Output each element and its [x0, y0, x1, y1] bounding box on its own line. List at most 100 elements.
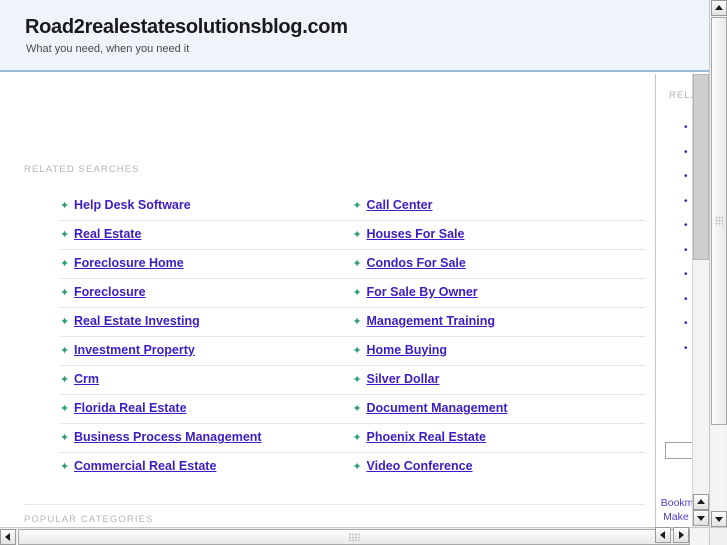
- triangle-left-icon: [5, 533, 10, 541]
- related-search-link[interactable]: Crm: [74, 372, 99, 386]
- related-search-row: ✦ Real Estate Investing ✦ Management Traini…: [60, 308, 645, 337]
- popular-categories-heading: POPULAR CATEGORIES: [24, 514, 154, 525]
- related-search-cell: ✦ Houses For Sale: [353, 221, 646, 241]
- related-search-link[interactable]: Commercial Real Estate: [74, 459, 216, 473]
- scrollbar-grip-icon: [715, 216, 723, 226]
- related-search-cell: ✦ Commercial Real Estate: [60, 453, 353, 473]
- related-search-row: ✦ Real Estate ✦ Houses For Sale: [60, 221, 645, 250]
- triangle-left-icon: [660, 531, 665, 539]
- related-search-link[interactable]: Home Buying: [367, 343, 448, 357]
- related-search-row: ✦ Commercial Real Estate ✦ Video Conference: [60, 453, 645, 482]
- triangle-down-icon: [715, 517, 723, 522]
- related-search-link[interactable]: Business Process Management: [74, 430, 262, 444]
- related-search-cell: ✦ Business Process Management: [60, 424, 353, 444]
- related-search-cell: ✦ Call Center: [353, 192, 646, 212]
- related-search-cell: ✦ Silver Dollar: [353, 366, 646, 386]
- arrow-bullet-icon: ✦: [60, 403, 70, 415]
- site-tagline: What you need, when you need it: [26, 43, 190, 55]
- arrow-bullet-icon: ✦: [352, 229, 362, 241]
- page-title: Road2realestatesolutionsblog.com: [25, 16, 348, 38]
- related-search-cell: ✦ Real Estate Investing: [60, 308, 353, 328]
- scroll-left-button[interactable]: [0, 529, 16, 545]
- browser-viewport: Road2realestatesolutionsblog.com What yo…: [0, 0, 709, 527]
- related-search-link[interactable]: Real Estate: [74, 227, 141, 241]
- related-search-cell: ✦ Florida Real Estate: [60, 395, 353, 415]
- related-search-cell: ✦ Management Training: [353, 308, 646, 328]
- related-search-cell: ✦ For Sale By Owner: [353, 279, 646, 299]
- related-search-link[interactable]: Foreclosure: [74, 285, 146, 299]
- related-search-cell: ✦ Real Estate: [60, 221, 353, 241]
- site-header: Road2realestatesolutionsblog.com What yo…: [0, 0, 709, 72]
- horizontal-scrollbar-thumb[interactable]: [18, 529, 690, 545]
- section-divider: [24, 504, 645, 505]
- related-search-link[interactable]: For Sale By Owner: [367, 285, 478, 299]
- scrollbar-corner: [709, 527, 727, 545]
- scrollbar-grip-icon: [348, 533, 360, 541]
- sidebar-scrollbar[interactable]: [692, 74, 709, 527]
- related-search-cell: ✦ Home Buying: [353, 337, 646, 357]
- window-horizontal-scrollbar[interactable]: [0, 527, 709, 545]
- related-search-link[interactable]: Investment Property: [74, 343, 195, 357]
- sidebar-scrollbar-thumb[interactable]: [693, 74, 709, 260]
- related-search-link[interactable]: Condos For Sale: [367, 256, 466, 270]
- related-search-cell: ✦ Foreclosure Home: [60, 250, 353, 270]
- scroll-right-button[interactable]: [673, 527, 689, 543]
- related-search-link[interactable]: Silver Dollar: [367, 372, 440, 386]
- arrow-bullet-icon: ✦: [60, 432, 70, 444]
- arrow-bullet-icon: ✦: [352, 258, 362, 270]
- related-search-link[interactable]: Document Management: [367, 401, 508, 415]
- related-search-cell: ✦ Investment Property: [60, 337, 353, 357]
- window-vertical-scrollbar[interactable]: [709, 0, 727, 527]
- related-searches-list: ✦ Help Desk Software ✦ Call Center ✦ Real Est…: [60, 192, 645, 482]
- related-searches-heading: RELATED SEARCHES: [24, 164, 140, 175]
- sidebar-scroll-down-button[interactable]: [693, 510, 709, 526]
- related-search-row: ✦ Foreclosure Home ✦ Condos For Sale: [60, 250, 645, 279]
- arrow-bullet-icon: ✦: [60, 229, 70, 241]
- related-search-cell: ✦ Phoenix Real Estate: [353, 424, 646, 444]
- related-search-row: ✦ Business Process Management ✦ Phoenix Rea…: [60, 424, 645, 453]
- arrow-bullet-icon: ✦: [60, 374, 70, 386]
- vertical-scrollbar-thumb[interactable]: [711, 17, 727, 425]
- arrow-bullet-icon: ✦: [352, 345, 362, 357]
- related-search-cell: ✦ Document Management: [353, 395, 646, 415]
- main-content: RELATED SEARCHES ✦ Help Desk Software ✦ Cal…: [0, 74, 655, 527]
- scroll-left-button-secondary[interactable]: [655, 527, 671, 543]
- related-search-cell: ✦ Foreclosure: [60, 279, 353, 299]
- related-search-cell: ✦ Help Desk Software: [60, 192, 353, 212]
- horizontal-scroll-arrow-pair[interactable]: [655, 527, 689, 543]
- arrow-bullet-icon: ✦: [352, 316, 362, 328]
- arrow-bullet-icon: ✦: [60, 316, 70, 328]
- related-search-cell: ✦ Video Conference: [353, 453, 646, 473]
- related-search-link[interactable]: Call Center: [367, 198, 433, 212]
- triangle-down-icon: [697, 516, 705, 521]
- related-search-link[interactable]: Management Training: [367, 314, 496, 328]
- related-search-row: ✦ Help Desk Software ✦ Call Center: [60, 192, 645, 221]
- related-search-link[interactable]: Houses For Sale: [367, 227, 465, 241]
- related-search-cell: ✦ Crm: [60, 366, 353, 386]
- arrow-bullet-icon: ✦: [60, 461, 70, 473]
- related-search-row: ✦ Investment Property ✦ Home Buying: [60, 337, 645, 366]
- triangle-up-icon: [697, 499, 705, 504]
- related-search-link[interactable]: Video Conference: [367, 459, 473, 473]
- arrow-bullet-icon: ✦: [60, 345, 70, 357]
- related-search-row: ✦ Foreclosure ✦ For Sale By Owner: [60, 279, 645, 308]
- arrow-bullet-icon: ✦: [352, 374, 362, 386]
- arrow-bullet-icon: ✦: [352, 432, 362, 444]
- related-search-link[interactable]: Help Desk Software: [74, 198, 191, 212]
- related-search-link[interactable]: Phoenix Real Estate: [367, 430, 487, 444]
- related-search-link[interactable]: Real Estate Investing: [74, 314, 200, 328]
- related-search-row: ✦ Florida Real Estate ✦ Document Management: [60, 395, 645, 424]
- related-search-link[interactable]: Foreclosure Home: [74, 256, 184, 270]
- arrow-bullet-icon: ✦: [352, 287, 362, 299]
- triangle-up-icon: [715, 5, 723, 10]
- scroll-up-button[interactable]: [711, 0, 727, 16]
- arrow-bullet-icon: ✦: [352, 403, 362, 415]
- related-search-link[interactable]: Florida Real Estate: [74, 401, 187, 415]
- scroll-down-button[interactable]: [711, 511, 727, 527]
- arrow-bullet-icon: ✦: [60, 287, 70, 299]
- arrow-bullet-icon: ✦: [352, 200, 362, 212]
- arrow-bullet-icon: ✦: [352, 461, 362, 473]
- sidebar-scroll-up-button[interactable]: [693, 494, 709, 510]
- related-search-row: ✦ Crm ✦ Silver Dollar: [60, 366, 645, 395]
- triangle-right-icon: [679, 531, 684, 539]
